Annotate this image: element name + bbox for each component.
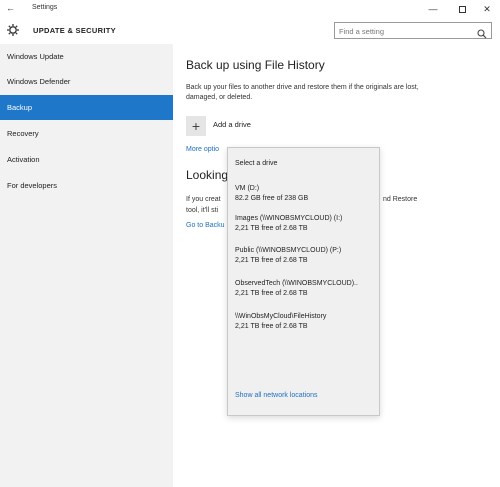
drive-name: Images (\\WINOBSMYCLOUD) (I:) (235, 215, 343, 222)
drive-free-space: 2,21 TB free of 2.68 TB (235, 257, 308, 264)
older-backup-text-right: nd Restore (383, 196, 418, 203)
sidebar-item-activation[interactable]: Activation (0, 147, 173, 172)
more-options-link[interactable]: More optio (186, 146, 219, 153)
sidebar-item-windows-update[interactable]: Windows Update (0, 44, 173, 69)
sidebar-item-for-developers[interactable]: For developers (0, 173, 173, 198)
add-drive-button[interactable]: + (186, 116, 206, 136)
drive-free-space: 2,21 TB free of 2.68 TB (235, 225, 308, 232)
sidebar-item-backup[interactable]: Backup (0, 95, 173, 120)
add-drive-label[interactable]: Add a drive (213, 120, 251, 129)
minimize-icon: — (428, 4, 438, 14)
drive-name: \\WinObsMyCloud\FileHistory (235, 313, 327, 320)
drive-option-vm[interactable]: VM (D:) 82.2 GB free of 238 GB (235, 184, 377, 204)
title-bar: ← Settings — ✕ (0, 0, 500, 18)
select-drive-flyout: Select a drive VM (D:) 82.2 GB free of 2… (227, 147, 380, 416)
drive-name: VM (D:) (235, 185, 260, 192)
close-icon: ✕ (483, 3, 491, 14)
sidebar-item-recovery[interactable]: Recovery (0, 121, 173, 146)
drive-name: Public (\\WINOBSMYCLOUD) (P:) (235, 247, 342, 254)
plus-icon: + (191, 118, 201, 134)
minimize-button[interactable]: — (420, 0, 446, 18)
drive-free-space: 82.2 GB free of 238 GB (235, 195, 309, 202)
window-title: Settings (32, 4, 58, 11)
maximize-button[interactable] (449, 0, 475, 18)
drive-option-public[interactable]: Public (\\WINOBSMYCLOUD) (P:) 2,21 TB fr… (235, 246, 377, 266)
go-to-backup-link[interactable]: Go to Backu (186, 222, 225, 229)
backup-description: Back up your files to another drive and … (186, 84, 419, 101)
search-box[interactable] (334, 22, 492, 39)
older-backup-text-line1: If you creat (186, 196, 221, 203)
back-arrow-icon[interactable]: ← (6, 3, 15, 13)
drive-free-space: 2,21 TB free of 2.68 TB (235, 323, 308, 330)
page-title: Back up using File History (186, 58, 325, 72)
drive-free-space: 2,21 TB free of 2.68 TB (235, 290, 308, 297)
close-button[interactable]: ✕ (474, 0, 500, 18)
section-title: UPDATE & SECURITY (33, 26, 116, 35)
show-all-network-locations-link[interactable]: Show all network locations (235, 392, 318, 399)
drive-option-filehistory[interactable]: \\WinObsMyCloud\FileHistory 2,21 TB free… (235, 312, 377, 332)
drive-option-observedtech[interactable]: ObservedTech (\\WINOBSMYCLOUD).. 2,21 TB… (235, 279, 377, 299)
drive-name: ObservedTech (\\WINOBSMYCLOUD).. (235, 280, 358, 287)
sidebar-item-windows-defender[interactable]: Windows Defender (0, 69, 173, 94)
search-icon[interactable] (477, 26, 487, 39)
flyout-title: Select a drive (235, 160, 278, 167)
search-input[interactable] (339, 25, 469, 37)
drive-option-images[interactable]: Images (\\WINOBSMYCLOUD) (I:) 2,21 TB fr… (235, 214, 377, 234)
maximize-icon (458, 5, 466, 13)
older-backup-text-line2: tool, it'll sti (186, 207, 219, 214)
sidebar: Windows Update Windows Defender Backup R… (0, 44, 173, 487)
older-backup-heading: Looking (186, 168, 229, 182)
gear-icon (6, 23, 20, 37)
